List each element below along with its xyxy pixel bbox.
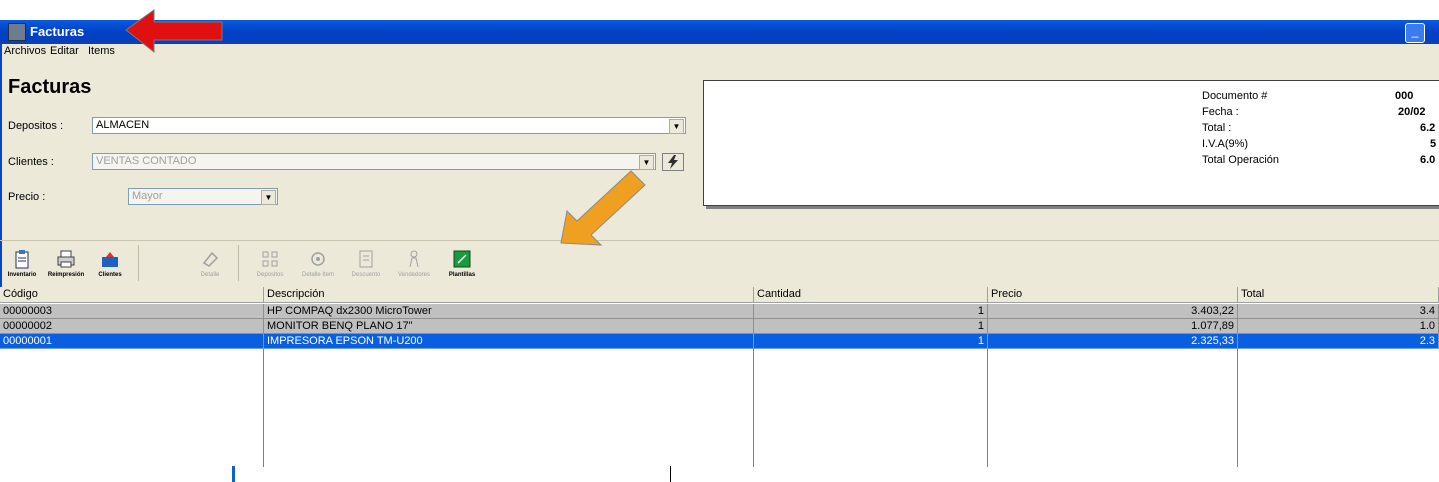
column-header-precio[interactable]: Precio [988, 287, 1238, 303]
table-row[interactable]: 00000002 MONITOR BENQ PLANO 17" 1 1.077,… [0, 319, 1439, 334]
grid-column-divider [263, 349, 264, 467]
clientes-button[interactable]: Clientes [88, 249, 132, 279]
chevron-down-icon[interactable]: ▼ [261, 190, 276, 205]
printer-icon [57, 250, 75, 268]
vendedores-button[interactable]: Vendedores [392, 249, 436, 279]
documento-label: Documento # [1202, 90, 1268, 102]
descuento-button[interactable]: Descuento [344, 249, 388, 279]
plantillas-button[interactable]: Plantillas [440, 249, 484, 279]
grid-column-divider [987, 349, 988, 467]
documento-value: 000 [1395, 90, 1414, 102]
menu-archivos[interactable]: Archivos [4, 45, 46, 57]
spreadsheet-icon [453, 250, 471, 268]
depositos-label: Depositos : [8, 120, 64, 132]
grid-column-divider [1237, 349, 1238, 467]
total-operacion-label: Total Operación [1202, 154, 1280, 166]
precio-label: Precio : [8, 191, 46, 203]
precio-select[interactable]: Mayor ▼ [128, 188, 278, 205]
grid-column-divider [753, 349, 754, 467]
column-header-total[interactable]: Total [1238, 287, 1439, 303]
inventario-button[interactable]: Inventario [0, 249, 44, 279]
grid-icon [262, 251, 278, 267]
app-icon [8, 23, 26, 41]
minimize-button[interactable]: _ [1405, 23, 1425, 43]
reimpresion-button[interactable]: Reimpresión [44, 249, 88, 279]
precio-value: Mayor [132, 190, 163, 202]
toolbar-separator [238, 245, 239, 281]
document-icon [359, 250, 373, 268]
tag-icon [202, 251, 219, 267]
iva-value: 5 [1430, 138, 1437, 150]
fecha-value: 20/02 [1398, 106, 1426, 118]
clientes-value: VENTAS CONTADO [96, 155, 197, 167]
detalle-item-button[interactable]: Detalle Item [296, 249, 340, 279]
cursor-mark [670, 466, 671, 482]
menu-items[interactable]: Items [88, 45, 115, 57]
column-header-descripcion[interactable]: Descripción [264, 287, 754, 303]
form-title: Facturas [8, 76, 92, 98]
clients-icon [102, 252, 118, 267]
lightning-icon [668, 155, 678, 169]
cursor-mark [232, 466, 235, 482]
depositos-value: ALMACEN [96, 119, 150, 131]
menu-editar[interactable]: Editar [50, 45, 79, 57]
orange-arrow-annotation [560, 170, 646, 246]
total-value: 6.2 [1420, 122, 1436, 134]
column-header-codigo[interactable]: Código [0, 287, 264, 303]
total-operacion-value: 6.0 [1420, 154, 1436, 166]
column-header-cantidad[interactable]: Cantidad [754, 287, 988, 303]
red-arrow-annotation [125, 9, 223, 54]
table-row[interactable]: 00000003 HP COMPAQ dx2300 MicroTower 1 3… [0, 304, 1439, 319]
fecha-label: Fecha : [1202, 106, 1239, 118]
chevron-down-icon[interactable]: ▼ [669, 119, 684, 134]
depositos-button[interactable]: Depositos [248, 249, 292, 279]
person-icon [409, 250, 419, 268]
search-client-button[interactable] [662, 153, 684, 171]
toolbar-separator [138, 245, 139, 281]
clientes-label: Clientes : [8, 156, 54, 168]
clipboard-icon [15, 250, 29, 269]
detalle-button[interactable]: Detalle [188, 249, 232, 279]
settings-icon [311, 252, 325, 266]
summary-panel [703, 80, 1439, 206]
total-label: Total : [1202, 122, 1232, 134]
toolbar: Inventario Reimpresión Clientes Detalle … [0, 240, 1439, 287]
iva-label: I.V.A(9%) [1202, 138, 1249, 150]
window-title: Facturas [30, 24, 85, 39]
table-row-selected[interactable]: 00000001 IMPRESORA EPSON TM-U200 1 2.325… [0, 334, 1439, 349]
depositos-select[interactable]: ALMACEN ▼ [92, 117, 686, 134]
